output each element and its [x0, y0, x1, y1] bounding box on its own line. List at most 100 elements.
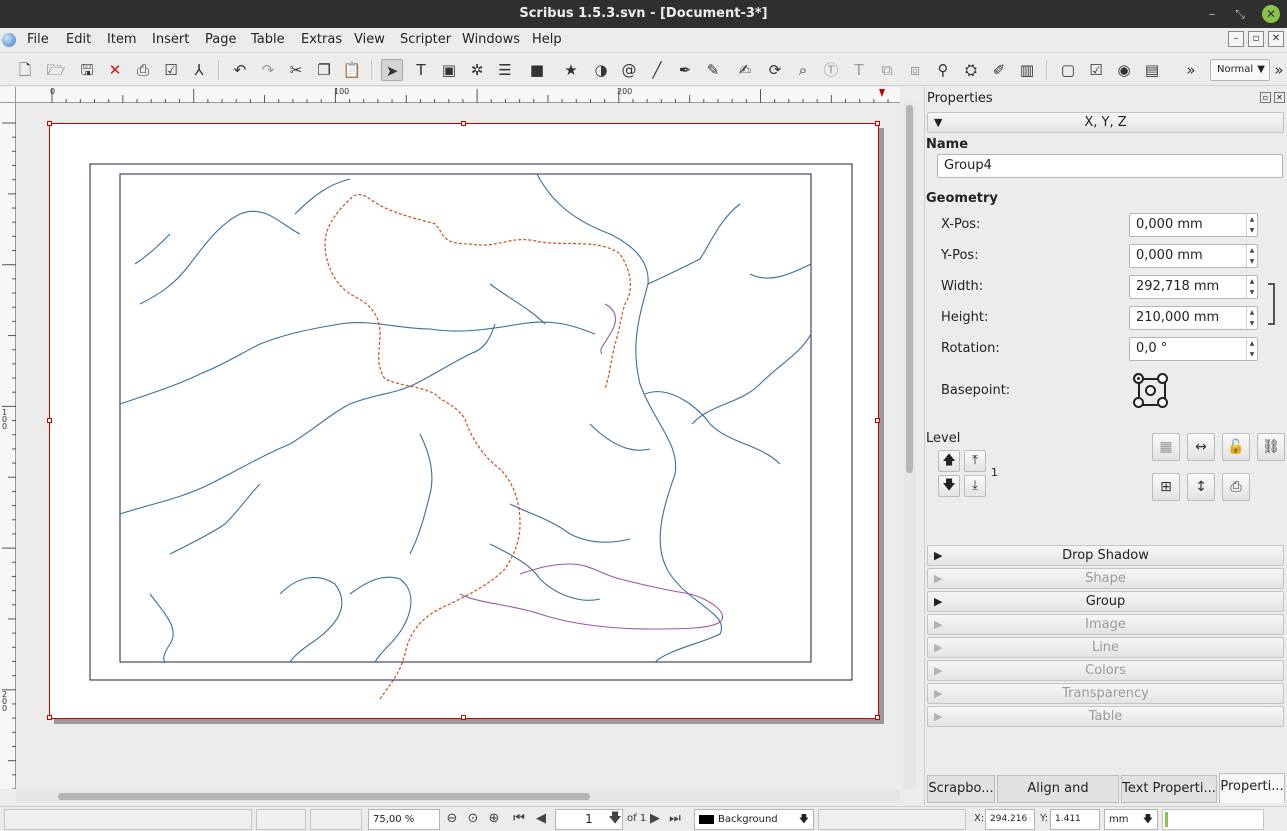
- edit-text-icon[interactable]: Ⓣ: [820, 59, 842, 81]
- spin-arrows-icon[interactable]: ▲ ▼: [1246, 245, 1257, 267]
- minimize-icon[interactable]: –: [1203, 5, 1221, 23]
- unlink-frames-icon[interactable]: ⧈: [904, 59, 926, 81]
- select-tool-icon[interactable]: ➤: [381, 59, 403, 81]
- menu-table[interactable]: Table: [251, 32, 285, 47]
- freehand-icon[interactable]: ✎: [702, 59, 724, 81]
- section-table[interactable]: ▶ Table: [927, 706, 1284, 727]
- basepoint-bottomright-icon[interactable]: [1157, 397, 1168, 408]
- pdf-checkbox-icon[interactable]: ☑: [1085, 59, 1107, 81]
- preflight-icon[interactable]: ☑: [160, 59, 182, 81]
- menu-page[interactable]: Page: [205, 32, 236, 47]
- pdf-push-button-icon[interactable]: ▢: [1057, 59, 1079, 81]
- menu-item[interactable]: Item: [107, 32, 137, 47]
- menu-edit[interactable]: Edit: [66, 32, 91, 47]
- selection-handle[interactable]: [47, 418, 52, 423]
- vertical-ruler[interactable]: 100 200: [0, 103, 16, 789]
- menu-view[interactable]: View: [354, 32, 385, 47]
- zoom-icon[interactable]: ⌕: [792, 59, 814, 81]
- menu-windows[interactable]: Windows: [462, 32, 520, 47]
- vertical-scroll-thumb[interactable]: [906, 105, 913, 473]
- lock-icon[interactable]: 🔓: [1222, 433, 1250, 461]
- selection-handle[interactable]: [461, 715, 466, 720]
- spiral-icon[interactable]: @: [618, 59, 640, 81]
- section-xyz[interactable]: ▼ X, Y, Z: [927, 112, 1284, 133]
- polygon-icon[interactable]: ★: [560, 59, 582, 81]
- image-frame-icon[interactable]: ▣: [438, 59, 460, 81]
- xpos-field[interactable]: 0,000 mm ▲ ▼: [1129, 213, 1258, 237]
- next-page-icon[interactable]: ▶: [646, 810, 664, 828]
- menu-file[interactable]: File: [27, 32, 49, 47]
- close-panel-icon[interactable]: ✕: [1274, 92, 1285, 103]
- horizontal-scrollbar[interactable]: [16, 790, 900, 803]
- close-window-icon[interactable]: ✕: [1262, 5, 1280, 23]
- print-icon[interactable]: ⎙: [132, 59, 154, 81]
- name-field[interactable]: Group4: [937, 154, 1283, 178]
- vertical-scrollbar[interactable]: [903, 103, 916, 789]
- toolbar-overflow-icon[interactable]: »: [1180, 59, 1202, 81]
- width-field[interactable]: 292,718 mm ▲ ▼: [1129, 275, 1258, 299]
- story-editor-icon[interactable]: T: [848, 59, 870, 81]
- layer-select[interactable]: Background 🡇: [694, 809, 814, 830]
- unit-select[interactable]: mm 🡇: [1104, 809, 1158, 830]
- section-colors[interactable]: ▶ Colors: [927, 660, 1284, 681]
- basepoint-bottomleft-icon[interactable]: [1133, 397, 1144, 408]
- ruler-corner[interactable]: [0, 87, 16, 103]
- document-page[interactable]: [47, 121, 880, 720]
- zoom-field[interactable]: 75,00 %: [368, 809, 440, 830]
- new-document-icon[interactable]: 🗋: [14, 59, 36, 81]
- level-down-icon[interactable]: 🡇: [938, 475, 960, 497]
- last-page-icon[interactable]: ⏭: [666, 810, 684, 828]
- tab-properties[interactable]: Properti...: [1219, 773, 1285, 803]
- spin-arrows-icon[interactable]: ▲ ▼: [1246, 214, 1257, 236]
- calligraphic-icon[interactable]: ✍: [734, 59, 756, 81]
- spin-arrows-icon[interactable]: ▲ ▼: [1246, 276, 1257, 298]
- section-group[interactable]: ▶ Group: [927, 591, 1284, 612]
- text-frame-icon[interactable]: T: [410, 59, 432, 81]
- ungroup-icon[interactable]: ⊞: [1152, 473, 1180, 501]
- menu-insert[interactable]: Insert: [152, 32, 189, 47]
- menu-scripter[interactable]: Scripter: [400, 32, 451, 47]
- first-page-icon[interactable]: ⏮: [510, 810, 528, 828]
- toolbar-overflow-icon-2[interactable]: »: [1268, 59, 1287, 81]
- shape-icon[interactable]: ■: [526, 59, 548, 81]
- map-group[interactable]: [50, 124, 878, 718]
- restore-icon[interactable]: ⤡: [1231, 5, 1249, 23]
- zoom-out-icon[interactable]: ⊖: [443, 810, 461, 828]
- level-top-icon[interactable]: ⤒: [964, 450, 986, 472]
- cut-icon[interactable]: ✂: [285, 59, 307, 81]
- measure-icon[interactable]: ⚲: [932, 59, 954, 81]
- arc-icon[interactable]: ◑: [590, 59, 612, 81]
- spin-arrows-icon[interactable]: ▲ ▼: [1246, 307, 1257, 329]
- tab-scrapbook[interactable]: Scrapbo...: [927, 775, 995, 803]
- flip-vertical-icon[interactable]: ↕: [1187, 473, 1215, 501]
- zoom-100-icon[interactable]: ⊙: [464, 810, 482, 828]
- rotation-field[interactable]: 0,0 ° ▲ ▼: [1129, 337, 1258, 361]
- zoom-in-icon[interactable]: ⊕: [485, 810, 503, 828]
- tab-text-properties[interactable]: Text Properti...: [1121, 775, 1217, 803]
- lock-size-icon[interactable]: ⛓: [1257, 433, 1285, 461]
- doc-restore-icon[interactable]: ▫: [1248, 31, 1264, 47]
- paste-icon[interactable]: 📋: [341, 59, 363, 81]
- redo-icon[interactable]: ↷: [257, 59, 279, 81]
- doc-close-icon[interactable]: ✕: [1268, 31, 1284, 47]
- basepoint-topright-icon[interactable]: [1157, 373, 1168, 384]
- pdf-list-icon[interactable]: ▤: [1141, 59, 1163, 81]
- previous-page-icon[interactable]: ◀: [532, 810, 550, 828]
- printing-enabled-icon[interactable]: ⎙: [1222, 473, 1250, 501]
- height-field[interactable]: 210,000 mm ▲ ▼: [1129, 306, 1258, 330]
- level-bottom-icon[interactable]: ⤓: [964, 475, 986, 497]
- table-icon[interactable]: ☰: [494, 59, 516, 81]
- close-document-icon[interactable]: ✕: [104, 59, 126, 81]
- group-icon[interactable]: ▦: [1152, 433, 1180, 461]
- selection-handle[interactable]: [47, 121, 52, 126]
- doc-minimize-icon[interactable]: –: [1228, 31, 1244, 47]
- selection-handle[interactable]: [461, 121, 466, 126]
- basepoint-center-icon[interactable]: [1145, 385, 1156, 396]
- copy-icon[interactable]: ❐: [313, 59, 335, 81]
- save-icon[interactable]: 🖫: [76, 59, 98, 81]
- menu-help[interactable]: Help: [532, 32, 562, 47]
- rotate-icon[interactable]: ⟳: [764, 59, 786, 81]
- spin-arrows-icon[interactable]: ▲ ▼: [1246, 338, 1257, 360]
- copy-properties-icon[interactable]: ⛭: [960, 59, 982, 81]
- basepoint-selector[interactable]: [1133, 373, 1169, 409]
